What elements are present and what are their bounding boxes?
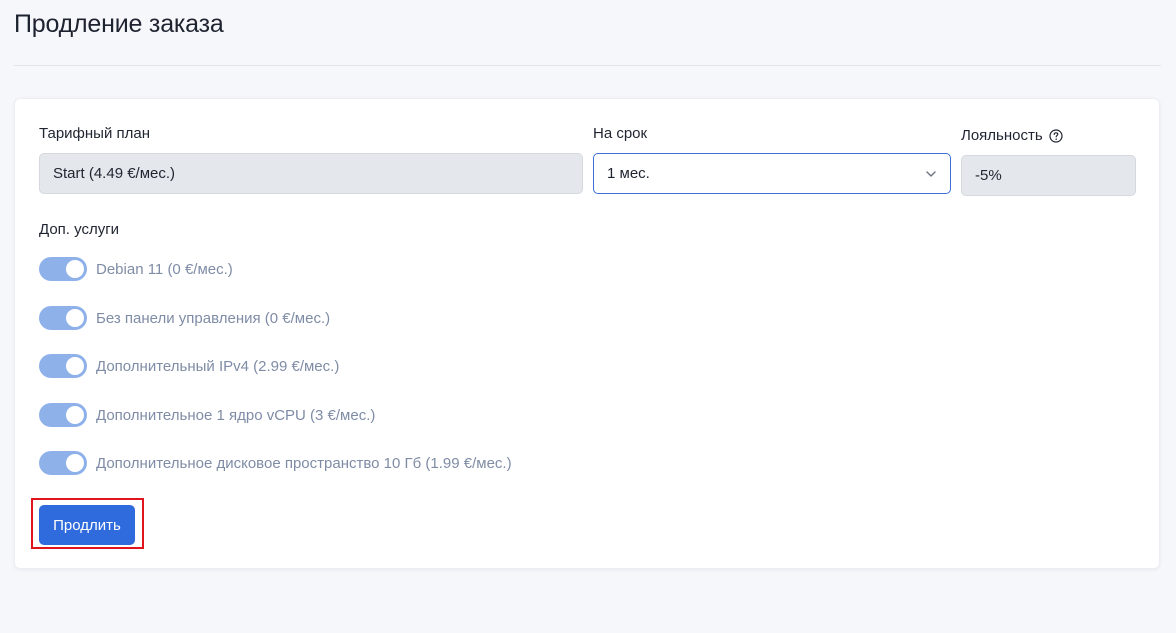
toggle-knob [66,357,84,375]
plan-label: Тарифный план [39,125,150,142]
page-title: Продление заказа [14,10,224,38]
addons-label: Доп. услуги [39,221,119,238]
loyalty-field: -5% [961,155,1136,196]
addon-disk: Дополнительное дисковое пространство 10 … [39,450,512,476]
term-label-text: На срок [593,125,648,142]
addon-label-vcpu: Дополнительное 1 ядро vCPU (3 €/мес.) [96,406,376,424]
addon-toggle-ipv4[interactable] [39,354,87,378]
toggle-knob [66,454,84,472]
loyalty-label-text: Лояльность [961,127,1043,144]
title-divider [14,65,1161,66]
question-circle-icon[interactable] [1049,128,1063,143]
loyalty-value: -5% [975,167,1002,184]
term-selected-value: 1 мес. [607,165,650,182]
renew-button[interactable]: Продлить [39,505,135,545]
addon-label-ipv4: Дополнительный IPv4 (2.99 €/мес.) [96,357,340,375]
toggle-knob [66,260,84,278]
addon-no-panel: Без панели управления (0 €/мес.) [39,305,330,331]
addon-label-disk: Дополнительное дисковое пространство 10 … [96,454,512,472]
renewal-form-card: Тарифный план Start (4.49 €/мес.) На сро… [14,98,1160,569]
loyalty-label: Лояльность [961,127,1063,144]
addons-label-text: Доп. услуги [39,221,120,238]
term-label: На срок [593,125,647,142]
toggle-knob [66,406,84,424]
addon-ipv4: Дополнительный IPv4 (2.99 €/мес.) [39,353,339,379]
addon-toggle-no-panel[interactable] [39,306,87,330]
addon-toggle-disk[interactable] [39,451,87,475]
plan-value: Start (4.49 €/мес.) [53,165,176,182]
addon-label-debian: Debian 11 (0 €/мес.) [96,260,233,278]
addon-vcpu: Дополнительное 1 ядро vCPU (3 €/мес.) [39,402,375,428]
plan-label-text: Тарифный план [39,125,151,142]
term-select[interactable]: 1 мес. [593,153,951,194]
addon-toggle-debian[interactable] [39,257,87,281]
addon-label-no-panel: Без панели управления (0 €/мес.) [96,309,331,327]
chevron-down-icon [926,170,936,177]
addon-toggle-vcpu[interactable] [39,403,87,427]
plan-field: Start (4.49 €/мес.) [39,153,583,194]
toggle-knob [66,309,84,327]
addon-debian: Debian 11 (0 €/мес.) [39,256,233,282]
